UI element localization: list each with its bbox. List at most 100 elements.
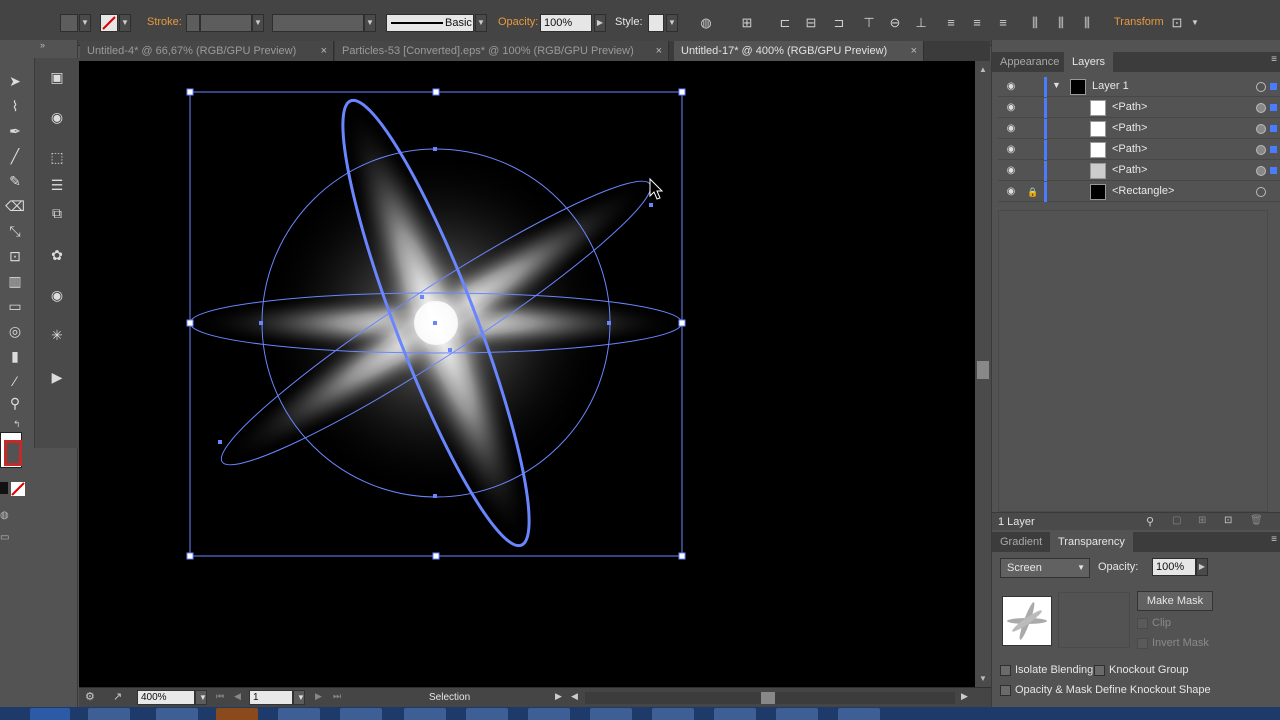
- close-icon[interactable]: ×: [911, 41, 917, 61]
- tab-transparency[interactable]: Transparency: [1050, 532, 1133, 552]
- eraser-tool-icon[interactable]: ⌫: [4, 195, 26, 217]
- transform-link[interactable]: Transform: [1114, 16, 1164, 28]
- tab-appearance[interactable]: Appearance: [992, 52, 1067, 72]
- hscroll-right-icon[interactable]: ▶: [961, 691, 968, 702]
- layer-row-path[interactable]: ◉ <Path>: [998, 98, 1280, 118]
- tab-particles-53[interactable]: Particles-53 [Converted].eps* @ 100% (RG…: [335, 41, 669, 61]
- globe-icon[interactable]: ◉: [46, 106, 68, 128]
- recolor-artwork-icon[interactable]: ◍: [697, 14, 715, 32]
- zoom-tool-icon[interactable]: ⚲: [4, 392, 26, 414]
- artboard-field[interactable]: 1: [249, 690, 293, 705]
- graph-tool-icon[interactable]: ▥: [4, 270, 26, 292]
- style-dropdown[interactable]: ▼: [666, 14, 678, 32]
- swap-colors-icon[interactable]: ↰: [13, 419, 21, 430]
- line-tool-icon[interactable]: ╱: [4, 145, 26, 167]
- profile-dropdown[interactable]: ▼: [364, 14, 376, 32]
- tab-layers[interactable]: Layers: [1064, 52, 1114, 72]
- make-clipping-mask-icon[interactable]: ▢: [1172, 515, 1181, 526]
- isolate-icon[interactable]: ⊡: [1168, 14, 1186, 32]
- art-thumbnail[interactable]: [1002, 596, 1052, 646]
- target-icon[interactable]: [1256, 187, 1266, 197]
- app-taskbar-icon[interactable]: [466, 708, 508, 720]
- scroll-thumb[interactable]: [977, 361, 989, 379]
- next-artboard-icon[interactable]: ▶: [315, 691, 322, 702]
- illustrator-taskbar-icon[interactable]: [216, 708, 258, 720]
- hscroll-left-icon[interactable]: ◀: [571, 691, 578, 702]
- expand-triangle-icon[interactable]: ▼: [1052, 80, 1061, 90]
- chrome-taskbar-icon[interactable]: [404, 708, 446, 720]
- align-left-icon[interactable]: ⊏: [776, 14, 794, 32]
- brush-dropdown[interactable]: ▼: [475, 14, 487, 32]
- scroll-down-icon[interactable]: ▼: [975, 674, 991, 683]
- app-taskbar-icon[interactable]: [278, 708, 320, 720]
- transparency-opacity-arrow[interactable]: ▶: [1196, 558, 1208, 576]
- previous-artboard-icon[interactable]: ◀: [234, 691, 241, 702]
- brush-tool-icon[interactable]: ✎: [4, 170, 26, 192]
- pathfinder-icon[interactable]: ⧉: [46, 202, 68, 224]
- distribute-bottom-icon[interactable]: ≡: [994, 14, 1012, 32]
- magic-wand-icon[interactable]: ✳: [46, 324, 68, 346]
- scroll-up-icon[interactable]: ▲: [975, 65, 991, 74]
- path-name[interactable]: <Path>: [1112, 164, 1147, 176]
- share-icon[interactable]: ↗: [113, 690, 122, 703]
- status-arrow-icon[interactable]: ▶: [555, 691, 562, 702]
- status-menu-icon[interactable]: ⚙: [85, 690, 95, 703]
- distribute-middle-icon[interactable]: ≡: [968, 14, 986, 32]
- target-icon[interactable]: [1256, 124, 1266, 134]
- layer-row-path[interactable]: ◉ <Path>: [998, 140, 1280, 160]
- gradient-tool-icon[interactable]: ▭: [4, 295, 26, 317]
- lasso-tool-icon[interactable]: ⌇: [4, 95, 26, 117]
- tab-untitled-4[interactable]: Untitled-4* @ 66,67% (RGB/GPU Preview) ×: [80, 41, 334, 61]
- variable-width-profile[interactable]: [272, 14, 364, 32]
- app-taskbar-icon[interactable]: [714, 708, 756, 720]
- selected-art-indicator[interactable]: [1270, 83, 1277, 90]
- visibility-eye-icon[interactable]: ◉: [1004, 122, 1018, 136]
- color-mode-icon[interactable]: [0, 482, 8, 494]
- artwork[interactable]: [79, 61, 975, 687]
- distribute-top-icon[interactable]: ≡: [942, 14, 960, 32]
- brush-definition[interactable]: Basic: [386, 14, 474, 32]
- tab-untitled-17[interactable]: Untitled-17* @ 400% (RGB/GPU Preview) ×: [674, 41, 924, 61]
- stroke-color-swatch[interactable]: [4, 440, 22, 466]
- close-icon[interactable]: ×: [321, 41, 327, 61]
- layer-row-path[interactable]: ◉ <Path>: [998, 119, 1280, 139]
- explorer-taskbar-icon[interactable]: [88, 708, 130, 720]
- target-icon[interactable]: [1256, 103, 1266, 113]
- selected-art-indicator[interactable]: [1270, 104, 1277, 111]
- artboard-dropdown[interactable]: ▼: [293, 690, 305, 705]
- scale-tool-icon[interactable]: ⤡: [4, 220, 26, 242]
- target-icon[interactable]: [1256, 82, 1266, 92]
- document-info-icon[interactable]: ▣: [46, 66, 68, 88]
- lock-icon[interactable]: 🔒: [1026, 185, 1040, 199]
- rectangle-name[interactable]: <Rectangle>: [1112, 185, 1174, 197]
- target-icon[interactable]: [1256, 166, 1266, 176]
- app-taskbar-icon[interactable]: [652, 708, 694, 720]
- align-middle-icon[interactable]: ⊖: [886, 14, 904, 32]
- align-center-icon[interactable]: ⊟: [802, 14, 820, 32]
- isolate-blending-checkbox[interactable]: [1000, 665, 1011, 676]
- align-right-icon[interactable]: ⊐: [830, 14, 848, 32]
- layer-row-path[interactable]: ◉ <Path>: [998, 161, 1280, 181]
- opacity-field[interactable]: 100%: [540, 14, 592, 32]
- tab-gradient[interactable]: Gradient: [992, 532, 1050, 552]
- column-graph-icon[interactable]: ▮: [4, 345, 26, 367]
- visibility-eye-icon[interactable]: ◉: [1004, 185, 1018, 199]
- control-menu-icon[interactable]: ▼: [1186, 14, 1204, 32]
- selected-art-indicator[interactable]: [1270, 125, 1277, 132]
- new-sublayer-icon[interactable]: ⊞: [1198, 515, 1206, 526]
- new-layer-icon[interactable]: ⊡: [1224, 515, 1232, 526]
- stroke-weight-stepper[interactable]: [186, 14, 200, 32]
- target-icon[interactable]: [1256, 145, 1266, 155]
- blend-tool-icon[interactable]: ◎: [4, 320, 26, 342]
- status-tool-label[interactable]: Selection: [429, 692, 470, 703]
- distribute-right-icon[interactable]: ⫼: [1078, 14, 1096, 32]
- visibility-eye-icon[interactable]: ◉: [1004, 80, 1018, 94]
- appearance-eye-icon[interactable]: ◉: [46, 284, 68, 306]
- selected-art-indicator[interactable]: [1270, 146, 1277, 153]
- invert-mask-checkbox[interactable]: [1137, 638, 1148, 649]
- stroke-weight-field[interactable]: [200, 14, 252, 32]
- browser-taskbar-icon[interactable]: [30, 708, 70, 720]
- opera-taskbar-icon[interactable]: [156, 708, 198, 720]
- visibility-eye-icon[interactable]: ◉: [1004, 143, 1018, 157]
- pen-tool-icon[interactable]: ✒: [4, 120, 26, 142]
